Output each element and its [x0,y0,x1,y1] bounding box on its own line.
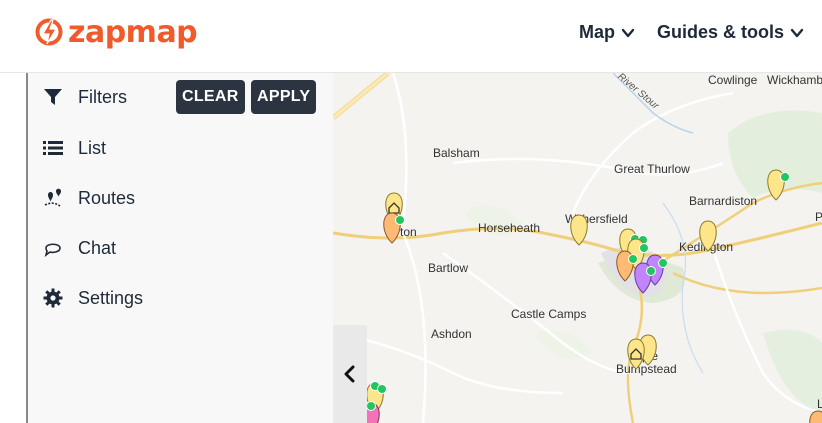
charger-pin-orange[interactable] [383,212,405,244]
zapmap-logo[interactable]: zapmap [34,14,198,50]
sidebar-item-label: Routes [78,187,136,208]
charger-pin-yellow[interactable] [570,214,588,246]
sidebar-item-label: Settings [78,287,144,308]
logo-text: zapmap [68,14,198,50]
charger-pins-layer [362,169,822,423]
chevron-left-icon [344,365,355,383]
list-icon [42,137,64,159]
sidebar: Filters CLEAR APPLY List Routes Chat Set… [26,73,334,423]
charger-pin-yellow-home[interactable] [627,338,645,370]
charger-pin-yellow[interactable] [767,169,790,201]
sidebar-item-settings[interactable]: Settings [42,287,143,309]
nav-guides-tools[interactable]: Guides & tools [657,22,804,43]
nav-guides-label: Guides & tools [656,22,784,42]
collapse-sidebar-button[interactable] [333,325,367,423]
bolt-logo-icon [35,18,63,46]
chevron-down-icon [621,28,635,37]
filter-icon [42,86,64,108]
nav-map[interactable]: Map [579,22,635,43]
chat-icon [42,237,64,259]
sidebar-item-list[interactable]: List [42,137,106,159]
charger-pin-yellow[interactable] [699,220,717,252]
gear-icon [42,287,64,309]
sidebar-item-filters[interactable]: Filters [42,86,127,108]
chevron-down-icon [790,28,804,37]
charger-pin-orange[interactable] [809,410,822,423]
top-header: zapmap Map Guides & tools [0,0,822,73]
clear-button[interactable]: CLEAR [176,80,245,114]
sidebar-item-label: Chat [78,237,117,258]
sidebar-item-routes[interactable]: Routes [42,187,135,209]
apply-button[interactable]: APPLY [251,80,317,114]
sidebar-item-label: List [78,137,107,158]
sidebar-item-label: Filters [78,86,127,107]
routes-icon [42,187,64,209]
nav-map-label: Map [578,22,615,42]
sidebar-item-chat[interactable]: Chat [42,237,116,259]
main-nav: Map Guides & tools [579,22,804,43]
map-canvas[interactable]: Cowlinge Wickhamb River Stour Balsham Gr… [333,73,822,423]
